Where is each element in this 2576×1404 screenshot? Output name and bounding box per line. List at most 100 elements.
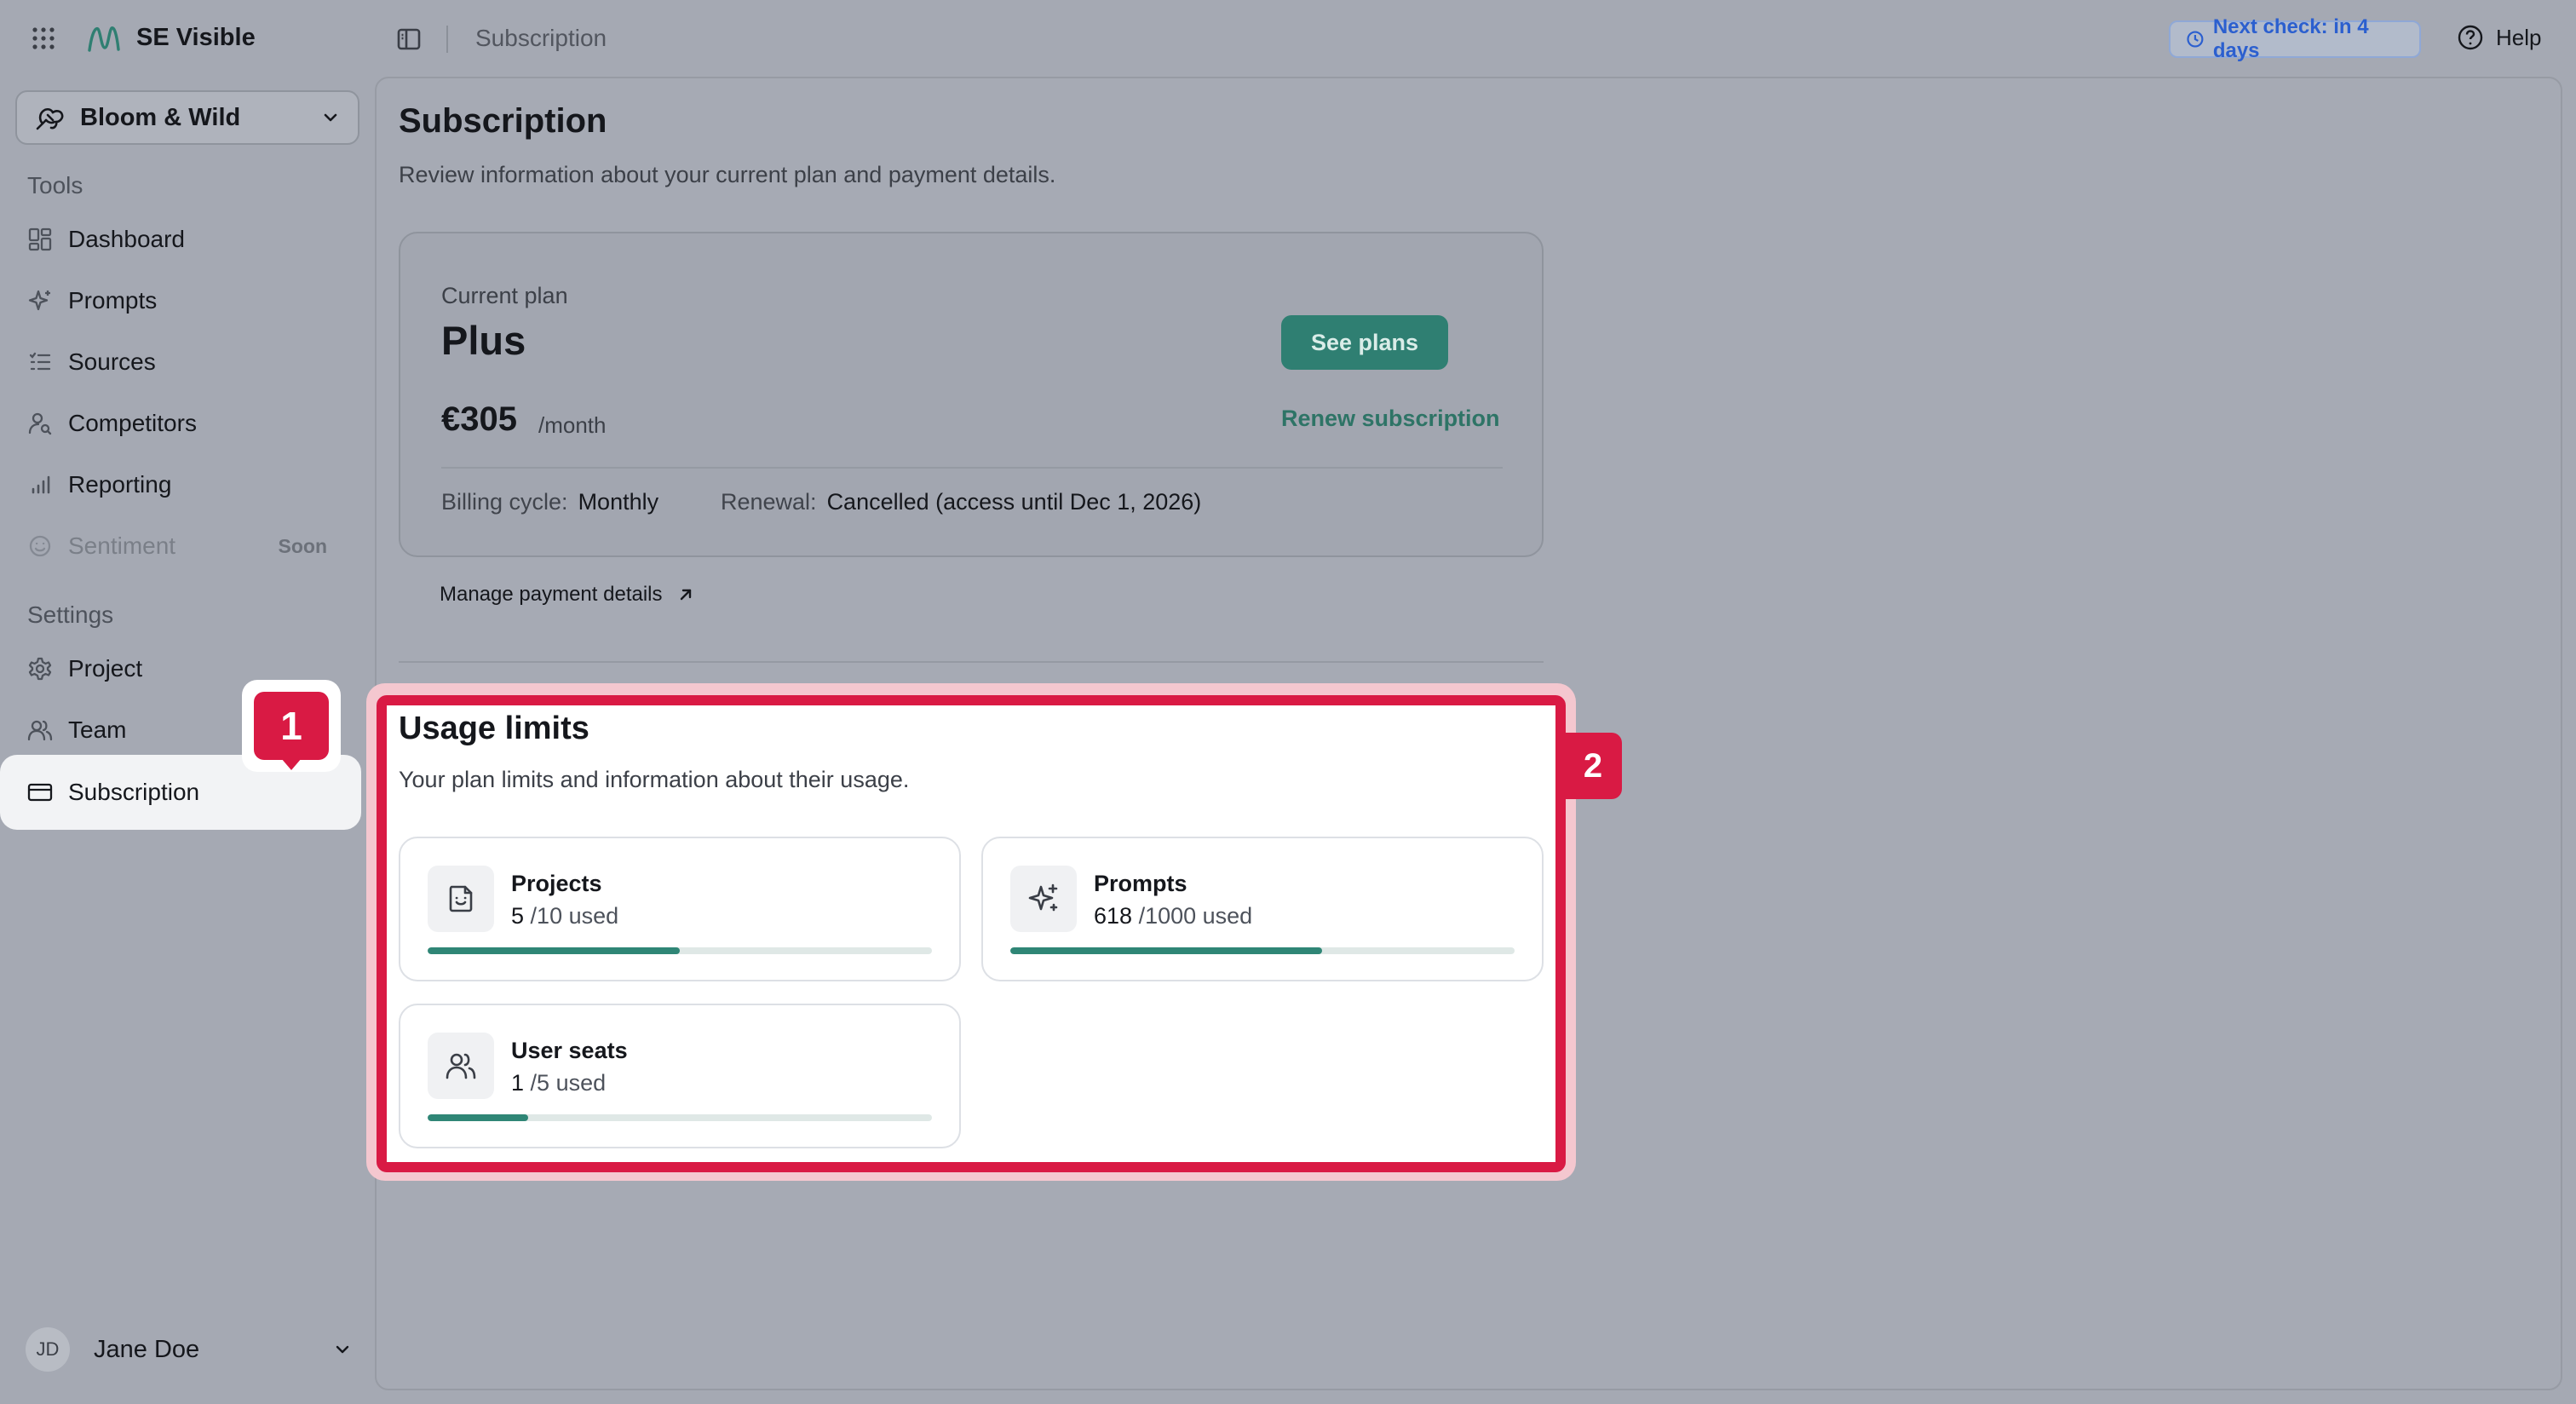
sidebar-item-label: Sources	[68, 348, 156, 375]
usage-progress-fill	[428, 1114, 529, 1121]
sidebar-item-dashboard[interactable]: Dashboard	[15, 213, 359, 266]
annotation-badge-pointer	[281, 758, 302, 770]
usage-label: User seats	[511, 1038, 628, 1063]
page-subtitle: Review information about your current pl…	[399, 162, 1056, 187]
usage-icon-box	[428, 1033, 494, 1099]
user-search-icon	[28, 412, 52, 435]
smile-icon	[29, 535, 51, 557]
users-icon	[27, 720, 53, 741]
external-link-icon	[680, 589, 691, 601]
list-icon	[29, 352, 51, 371]
usage-value: 5 /10 used	[511, 903, 618, 929]
next-check-label: Next check: in 4 days	[2212, 15, 2369, 62]
help-button[interactable]: Help	[2457, 24, 2541, 51]
usage-value: 1 /5 used	[511, 1070, 606, 1096]
sidebar-item-label: Prompts	[68, 287, 158, 314]
sidebar-item-label: Team	[68, 716, 127, 743]
usage-progress-track	[428, 1114, 932, 1121]
usage-progress-track	[428, 947, 932, 954]
usage-limit: /5 used	[530, 1070, 607, 1096]
section-divider	[399, 661, 1544, 663]
usage-progress-track	[1010, 947, 1515, 954]
user-name: Jane Doe	[94, 1335, 200, 1363]
sidebar-item-competitors[interactable]: Competitors	[15, 397, 359, 450]
usage-used: 5	[511, 903, 525, 929]
see-plans-button[interactable]: See plans	[1281, 315, 1448, 370]
sparkle-icon	[1028, 883, 1058, 912]
usage-used: 618	[1094, 903, 1133, 929]
annotation-badge-2: 2	[1564, 733, 1622, 799]
usage-card-projects: Projects 5 /10 used	[399, 837, 961, 981]
manage-payment-link[interactable]: Manage payment details	[440, 583, 695, 607]
billing-cycle: Billing cycle: Monthly	[441, 489, 658, 515]
sidebar-toggle-icon[interactable]	[395, 26, 423, 53]
chevron-down-icon	[336, 1345, 349, 1354]
current-plan-card: Current plan Plus See plans €305 /month …	[399, 232, 1544, 557]
sidebar-item-label: Subscription	[68, 779, 200, 805]
gear-icon	[28, 657, 52, 681]
page-title: Subscription	[399, 102, 607, 140]
bar-chart-icon	[32, 475, 50, 494]
manage-payment-label: Manage payment details	[440, 583, 663, 606]
project-name: Bloom & Wild	[80, 103, 241, 131]
user-menu[interactable]: JD Jane Doe	[26, 1324, 353, 1375]
sidebar-item-reporting[interactable]: Reporting	[15, 458, 359, 511]
plan-name: Plus	[441, 318, 526, 363]
flower-icon	[36, 107, 64, 130]
usage-card-prompts: Prompts 618 /1000 used	[981, 837, 1544, 981]
usage-progress-fill	[428, 947, 680, 954]
renew-subscription-link[interactable]: Renew subscription	[1281, 406, 1500, 432]
usage-limit: /1000 used	[1138, 903, 1253, 929]
renewal-key: Renewal:	[721, 489, 817, 515]
usage-limits-subtitle: Your plan limits and information about t…	[399, 767, 910, 792]
plan-period: /month	[538, 412, 607, 438]
usage-label: Projects	[511, 871, 602, 896]
next-check-badge: Next check: in 4 days	[2169, 15, 2421, 62]
sidebar-item-label: Competitors	[68, 410, 197, 436]
breadcrumb: Subscription	[475, 25, 607, 51]
usage-limit: /10 used	[530, 903, 619, 929]
tools-section-label: Tools	[27, 172, 83, 199]
usage-limits-title: Usage limits	[399, 711, 589, 746]
users-icon	[446, 1053, 476, 1079]
help-label: Help	[2496, 24, 2542, 50]
sidebar-item-label: Project	[68, 655, 143, 682]
sparkle-icon	[28, 290, 50, 311]
renewal-value: Cancelled (access until Dec 1, 2026)	[826, 489, 1202, 515]
clock-icon	[2187, 31, 2204, 48]
soon-badge: Soon	[278, 534, 328, 557]
billing-cycle-key: Billing cycle:	[441, 489, 568, 515]
sidebar-item-label: Dashboard	[68, 226, 185, 252]
usage-icon-box	[1010, 866, 1077, 932]
brand-name: SE Visible	[136, 24, 256, 51]
brand-logo-icon	[87, 24, 121, 53]
smile-file-icon	[449, 885, 473, 912]
current-plan-label: Current plan	[441, 283, 568, 308]
credit-card-icon	[27, 783, 53, 802]
breadcrumb-separator	[446, 26, 448, 53]
top-bar: SE Visible Subscription Next check: in 4…	[0, 0, 2576, 77]
sidebar-item-sources[interactable]: Sources	[15, 336, 359, 388]
avatar: JD	[26, 1327, 70, 1372]
usage-progress-fill	[1010, 947, 1322, 954]
usage-icon-box	[428, 866, 494, 932]
usage-used: 1	[511, 1070, 525, 1096]
renewal-status: Renewal: Cancelled (access until Dec 1, 2…	[721, 489, 1201, 515]
project-selector[interactable]: Bloom & Wild	[15, 90, 359, 145]
billing-cycle-value: Monthly	[578, 489, 659, 515]
sidebar-item-label: Sentiment	[68, 532, 176, 559]
usage-card-user-seats: User seats 1 /5 used	[399, 1004, 961, 1148]
help-icon	[2458, 25, 2483, 50]
sidebar-item-prompts[interactable]: Prompts	[15, 274, 359, 327]
plan-divider	[441, 467, 1503, 469]
apps-grid-icon[interactable]	[31, 26, 56, 51]
usage-label: Prompts	[1094, 871, 1187, 896]
plan-price: €305	[441, 400, 517, 438]
usage-value: 618 /1000 used	[1094, 903, 1252, 929]
settings-section-label: Settings	[27, 601, 114, 628]
sidebar-item-label: Reporting	[68, 471, 172, 498]
sidebar-item-sentiment: Sentiment Soon	[15, 520, 359, 573]
annotation-badge-1: 1	[254, 692, 329, 760]
chevron-down-icon	[324, 113, 337, 122]
dashboard-icon	[28, 227, 52, 251]
